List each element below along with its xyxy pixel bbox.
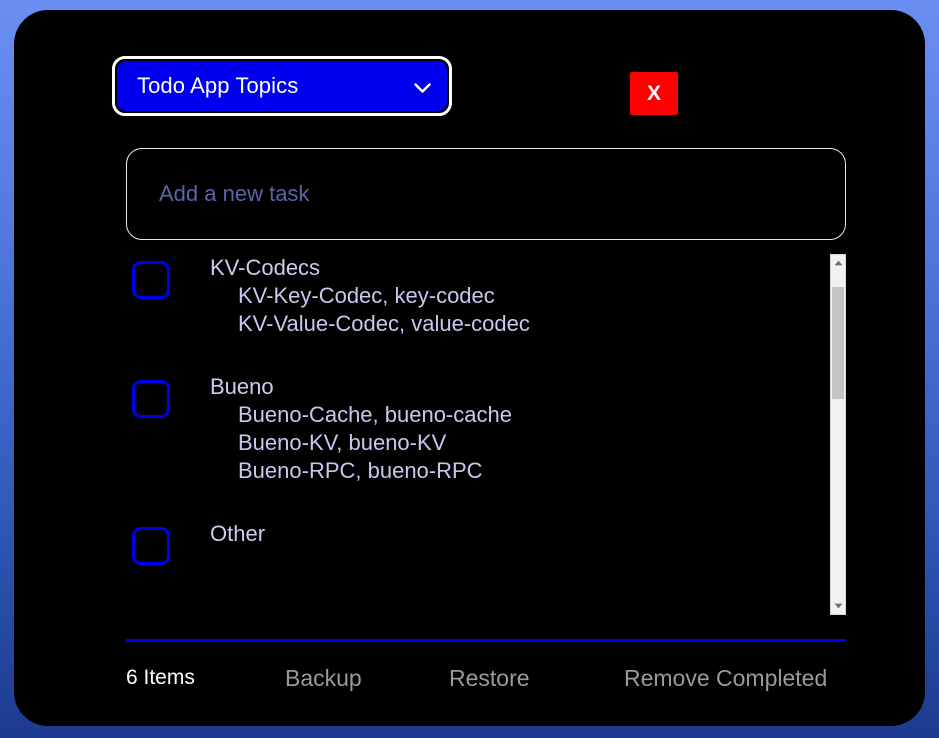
item-count-label: 6 Items [126, 666, 195, 689]
topic-select[interactable]: Todo App Topics [112, 56, 452, 116]
task-checkbox[interactable] [132, 261, 170, 299]
task-text-block: KV-Codecs KV-Key-Codec, key-codec KV-Value… [210, 251, 530, 338]
task-subline: KV-Key-Codec, key-codec [238, 283, 495, 308]
restore-button[interactable]: Restore [449, 658, 530, 698]
remove-completed-button[interactable]: Remove Completed [624, 658, 827, 698]
task-item: KV-Codecs KV-Key-Codec, key-codec KV-Value… [126, 251, 830, 338]
scroll-up-arrow[interactable] [831, 255, 845, 271]
close-button[interactable]: X [630, 72, 678, 115]
task-title: KV-Codecs [210, 255, 321, 280]
task-text-block: Bueno Bueno-Cache, bueno-cache Bueno-KV, b… [210, 370, 512, 485]
task-item: Other [126, 517, 830, 565]
scroll-down-arrow[interactable] [831, 598, 845, 614]
app-panel: Todo App Topics X KV-Codecs KV-Key-Codec,… [14, 10, 925, 726]
new-task-input[interactable] [126, 148, 846, 240]
chevron-down-icon [414, 81, 431, 93]
task-checkbox[interactable] [132, 527, 170, 565]
task-text-block: Other [210, 517, 265, 548]
topic-select-inner[interactable]: Todo App Topics [117, 61, 447, 111]
topic-select-label: Todo App Topics [137, 73, 299, 98]
task-title: Bueno [210, 374, 274, 399]
top-bar: Todo App Topics X [112, 56, 792, 134]
task-subline: Bueno-KV, bueno-KV [238, 430, 447, 455]
backup-button[interactable]: Backup [285, 658, 362, 698]
task-item: Bueno Bueno-Cache, bueno-cache Bueno-KV, b… [126, 370, 830, 485]
task-subline: KV-Value-Codec, value-codec [238, 311, 530, 336]
task-checkbox[interactable] [132, 380, 170, 418]
task-subline: Bueno-Cache, bueno-cache [238, 402, 512, 427]
footer-divider [126, 639, 846, 642]
task-list: KV-Codecs KV-Key-Codec, key-codec KV-Value… [126, 251, 830, 615]
task-subline: Bueno-RPC, bueno-RPC [238, 458, 483, 483]
scrollbar-thumb[interactable] [832, 287, 844, 400]
footer: 6 Items Backup Restore Remove Completed [126, 658, 846, 698]
triangle-up-icon [834, 260, 843, 266]
task-title: Other [210, 521, 266, 546]
triangle-down-icon [834, 603, 843, 609]
task-list-region: KV-Codecs KV-Key-Codec, key-codec KV-Value… [126, 251, 846, 615]
task-list-scrollbar[interactable] [830, 254, 846, 615]
